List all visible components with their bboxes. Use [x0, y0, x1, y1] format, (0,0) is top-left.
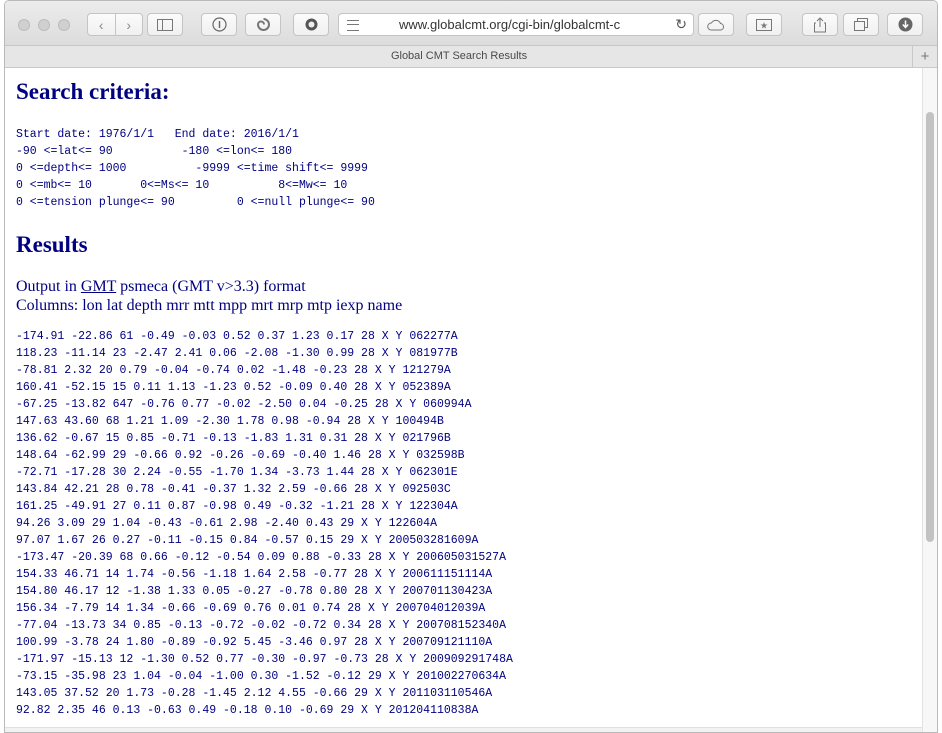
output-suffix: psmeca (GMT v>3.3) format	[116, 278, 306, 295]
extension-button[interactable]	[245, 13, 281, 36]
chevron-right-icon: ›	[126, 16, 132, 33]
sidebar-button[interactable]	[147, 13, 183, 36]
zoom-window-button[interactable]	[58, 19, 70, 31]
download-icon	[898, 17, 912, 32]
output-prefix: Output in	[16, 278, 81, 295]
result-row: 97.07 1.67 26 0.27 -0.11 -0.15 0.84 -0.5…	[16, 534, 479, 547]
criteria-block: Start date: 1976/1/1 End date: 2016/1/1 …	[16, 126, 375, 211]
result-row: 148.64 -62.99 29 -0.66 0.92 -0.26 -0.69 …	[16, 449, 465, 462]
scrollbar-thumb[interactable]	[926, 112, 934, 542]
block-button[interactable]	[293, 13, 329, 36]
tabs-overview-button[interactable]	[843, 13, 879, 36]
results-heading: Results	[16, 232, 88, 257]
chevron-left-icon: ‹	[98, 16, 104, 33]
result-row: 136.62 -0.67 15 0.85 -0.71 -0.13 -1.83 1…	[16, 432, 451, 445]
criteria-line: 0 <=mb<= 10 0<=Ms<= 10 8<=Mw<= 10	[16, 179, 348, 192]
result-row: 147.63 43.60 68 1.21 1.09 -2.30 1.78 0.9…	[16, 415, 444, 428]
tabs-icon	[854, 17, 868, 31]
result-row: -78.81 2.32 20 0.79 -0.04 -0.74 0.02 -1.…	[16, 364, 451, 377]
forward-button[interactable]: ›	[114, 14, 143, 35]
reader-button[interactable]	[201, 13, 237, 36]
result-row: -174.91 -22.86 61 -0.49 -0.03 0.52 0.37 …	[16, 330, 458, 343]
downloads-button[interactable]	[887, 13, 923, 36]
history-nav: ‹ ›	[87, 13, 143, 36]
result-row: 161.25 -49.91 27 0.11 0.87 -0.98 0.49 -0…	[16, 500, 458, 513]
result-row: 154.33 46.71 14 1.74 -0.56 -1.18 1.64 2.…	[16, 568, 493, 581]
columns-line: Columns: lon lat depth mrr mtt mpp mrt m…	[16, 297, 403, 314]
result-row: 92.82 2.35 46 0.13 -0.63 0.49 -0.18 0.10…	[16, 704, 479, 717]
tab-title[interactable]: Global CMT Search Results	[5, 50, 913, 62]
results-block: -174.91 -22.86 61 -0.49 -0.03 0.52 0.37 …	[16, 328, 513, 719]
url-text[interactable]: www.globalcmt.org/cgi-bin/globalcmt-c	[399, 17, 661, 32]
criteria-line: 0 <=depth<= 1000 -9999 <=time shift<= 99…	[16, 162, 368, 175]
result-row: -67.25 -13.82 647 -0.76 0.77 -0.02 -2.50…	[16, 398, 472, 411]
result-row: 154.80 46.17 12 -1.38 1.33 0.05 -0.27 -0…	[16, 585, 493, 598]
cloud-button[interactable]	[698, 13, 734, 36]
browser-window: ‹ › www.globalcmt.org/cgi-bin/globalcmt-…	[4, 0, 938, 733]
criteria-line: Start date: 1976/1/1 End date: 2016/1/1	[16, 128, 299, 141]
reload-icon[interactable]: ↻	[675, 16, 687, 33]
block-icon	[305, 18, 317, 31]
tab-bar: Global CMT Search Results +	[5, 46, 937, 68]
minimize-window-button[interactable]	[38, 19, 50, 31]
info-icon	[211, 17, 227, 32]
result-row: 118.23 -11.14 23 -2.47 2.41 0.06 -2.08 -…	[16, 347, 458, 360]
result-row: 94.26 3.09 29 1.04 -0.43 -0.61 2.98 -2.4…	[16, 517, 437, 530]
share-button[interactable]	[802, 13, 838, 36]
output-format-line: Output in GMT psmeca (GMT v>3.3) format	[16, 277, 306, 296]
star-box-icon: ★	[756, 18, 772, 31]
browser-toolbar: ‹ › www.globalcmt.org/cgi-bin/globalcmt-…	[5, 1, 937, 46]
close-window-button[interactable]	[18, 19, 30, 31]
search-criteria-heading: Search criteria:	[16, 79, 170, 104]
result-row: 156.34 -7.79 14 1.34 -0.66 -0.69 0.76 0.…	[16, 602, 486, 615]
new-tab-button[interactable]: +	[912, 46, 937, 67]
horizontal-scrollbar[interactable]	[5, 727, 923, 732]
gmt-link[interactable]: GMT	[81, 278, 116, 295]
result-row: -77.04 -13.73 34 0.85 -0.13 -0.72 -0.02 …	[16, 619, 506, 632]
back-button[interactable]: ‹	[88, 14, 115, 35]
page-content: Search criteria: Start date: 1976/1/1 En…	[5, 68, 923, 732]
cloud-icon	[707, 19, 725, 30]
result-row: -72.71 -17.28 30 2.24 -0.55 -1.70 1.34 -…	[16, 466, 458, 479]
sidebar-icon	[157, 18, 173, 31]
result-row: -73.15 -35.98 23 1.04 -0.04 -1.00 0.30 -…	[16, 670, 506, 683]
result-row: 143.84 42.21 28 0.78 -0.41 -0.37 1.32 2.…	[16, 483, 451, 496]
address-bar[interactable]: www.globalcmt.org/cgi-bin/globalcmt-c ↻	[338, 13, 694, 36]
result-row: -171.97 -15.13 12 -1.30 0.52 0.77 -0.30 …	[16, 653, 513, 666]
svg-text:★: ★	[760, 21, 768, 31]
swirl-icon	[256, 18, 270, 31]
share-icon	[814, 16, 826, 32]
result-row: 160.41 -52.15 15 0.11 1.13 -1.23 0.52 -0…	[16, 381, 451, 394]
result-row: 143.05 37.52 20 1.73 -0.28 -1.45 2.12 4.…	[16, 687, 493, 700]
criteria-line: -90 <=lat<= 90 -180 <=lon<= 180	[16, 145, 293, 158]
bookmark-button[interactable]: ★	[746, 13, 782, 36]
result-row: 100.99 -3.78 24 1.80 -0.89 -0.92 5.45 -3…	[16, 636, 493, 649]
page-menu-icon[interactable]	[347, 20, 359, 31]
result-row: -173.47 -20.39 68 0.66 -0.12 -0.54 0.09 …	[16, 551, 506, 564]
vertical-scrollbar[interactable]	[922, 68, 937, 732]
criteria-line: 0 <=tension plunge<= 90 0 <=null plunge<…	[16, 196, 375, 209]
